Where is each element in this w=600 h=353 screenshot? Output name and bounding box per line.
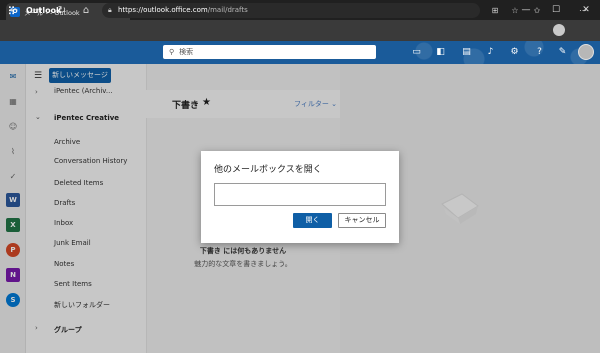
my-day-icon[interactable]: ▤ — [460, 46, 473, 59]
app-available-icon[interactable]: ⊞ — [488, 3, 502, 18]
help-icon[interactable]: ? — [533, 46, 546, 59]
outlook-brand: Outlook — [26, 6, 62, 15]
open-button[interactable]: 開く — [293, 213, 332, 228]
meet-now-icon[interactable]: ▭ — [410, 46, 423, 59]
address-bar[interactable]: 🔒︎ https://outlook.office.com/mail/draft… — [102, 3, 480, 18]
notifications-icon[interactable]: ♪ — [484, 46, 497, 59]
url-domain: https://outlook.office.com — [118, 6, 208, 14]
search-icon: ⚲ — [169, 48, 175, 56]
browser-profile-avatar[interactable] — [553, 24, 565, 36]
home-icon[interactable]: ⌂ — [78, 3, 94, 18]
dialog-title: 他のメールボックスを開く — [214, 165, 322, 175]
search-placeholder: 検索 — [179, 48, 194, 56]
mailbox-name-input[interactable] — [214, 183, 386, 206]
settings-gear-icon[interactable]: ⚙ — [508, 46, 521, 59]
feedback-icon[interactable]: ✎ — [556, 46, 569, 59]
search-box[interactable]: ⚲ 検索 — [163, 45, 376, 59]
favorite-star-icon[interactable]: ☆ — [508, 3, 522, 18]
app-launcher-icon[interactable]: ⠿ — [6, 6, 17, 17]
favorites-list-icon[interactable]: ✩ — [530, 3, 544, 18]
browser-menu-icon[interactable]: ⋯ — [576, 3, 590, 18]
url-path: /mail/drafts — [207, 6, 248, 14]
maximize-icon[interactable]: ☐ — [546, 2, 566, 18]
user-avatar[interactable] — [578, 44, 594, 60]
lock-icon: 🔒︎ — [108, 6, 112, 14]
browser-nav-bar — [0, 20, 600, 41]
teams-icon[interactable]: ◧ — [434, 46, 447, 59]
cancel-button[interactable]: キャンセル — [338, 213, 386, 228]
